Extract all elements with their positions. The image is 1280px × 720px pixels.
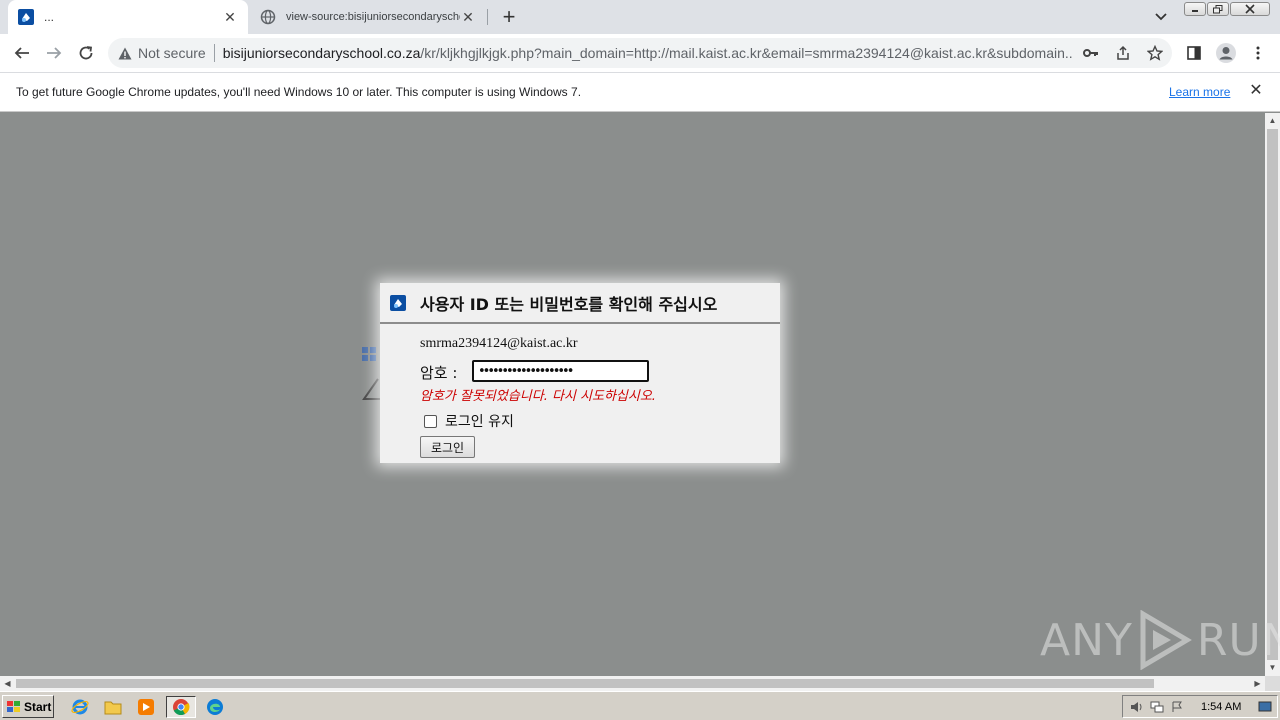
- edge-icon[interactable]: [203, 696, 227, 718]
- tab-search-button[interactable]: [1150, 6, 1172, 28]
- minimize-button[interactable]: [1184, 2, 1206, 16]
- url-host: bisijuniorsecondaryschool.co.za: [222, 45, 421, 61]
- arrow-right-icon: [47, 47, 62, 59]
- error-message: 암호가 잘못되었습니다. 다시 시도하십시오.: [420, 389, 656, 404]
- start-button[interactable]: Start: [2, 695, 54, 718]
- chevron-down-icon: [1155, 13, 1167, 21]
- vertical-scroll-thumb[interactable]: [1267, 129, 1278, 660]
- flag-icon[interactable]: [1167, 701, 1187, 713]
- email-display: smrma2394124@kaist.ac.kr: [420, 336, 578, 351]
- media-player-icon[interactable]: [134, 696, 158, 718]
- side-panel-button[interactable]: [1180, 39, 1208, 67]
- horizontal-scroll-thumb[interactable]: [16, 679, 1154, 688]
- bookmark-star-icon[interactable]: [1144, 42, 1166, 64]
- windows-flag-icon: [7, 700, 20, 712]
- url-path: /kr/kljkhgjlkjgk.php?main_domain=http://…: [420, 45, 1073, 61]
- infobar-message: To get future Google Chrome updates, you…: [16, 85, 582, 99]
- site-logo-icon: [390, 294, 406, 311]
- system-tray: 1:54 AM: [1122, 695, 1278, 718]
- site-favicon-icon: [18, 9, 34, 25]
- tab-title: ...: [44, 10, 55, 24]
- vertical-scrollbar[interactable]: ▲ ▼: [1265, 113, 1280, 676]
- clock[interactable]: 1:54 AM: [1201, 701, 1241, 713]
- watermark-left-text: ANY: [1040, 614, 1133, 666]
- tab-separator: [487, 9, 488, 25]
- tab-title: view-source:bisijuniorsecondaryschool.co…: [286, 11, 460, 23]
- speaker-icon[interactable]: [1127, 701, 1147, 713]
- scroll-left-icon[interactable]: ◀: [3, 679, 12, 688]
- dialog-title: 사용자 ID 또는 비밀번호를 확인해 주십시오: [420, 294, 718, 314]
- address-bar[interactable]: Not secure bisijuniorsecondaryschool.co.…: [108, 38, 1172, 68]
- url-text[interactable]: bisijuniorsecondaryschool.co.za/kr/kljkh…: [223, 45, 1073, 61]
- dialog-header: 사용자 ID 또는 비밀번호를 확인해 주십시오: [380, 283, 780, 324]
- watermark-right-text: RUN: [1196, 614, 1280, 666]
- tab-view-source[interactable]: view-source:bisijuniorsecondaryschool.co…: [250, 0, 486, 34]
- avatar-icon: [1216, 43, 1236, 63]
- anyrun-watermark: ANY RUN: [1040, 610, 1280, 670]
- folder-icon[interactable]: [101, 696, 125, 718]
- tab-strip: ... ✕ view-source:bisijuniorsecondarysch…: [0, 0, 1280, 34]
- keep-signed-in-option[interactable]: 로그인 유지: [424, 411, 514, 431]
- minimize-icon: [1192, 10, 1198, 12]
- keep-signed-in-label: 로그인 유지: [445, 414, 514, 430]
- side-panel-icon: [1187, 46, 1201, 60]
- network-icon[interactable]: [1147, 701, 1167, 713]
- more-vert-icon: [1256, 46, 1260, 60]
- keep-signed-in-checkbox[interactable]: [424, 414, 437, 428]
- internet-explorer-icon[interactable]: [68, 696, 92, 718]
- profile-button[interactable]: [1212, 39, 1240, 67]
- update-infobar: To get future Google Chrome updates, you…: [0, 72, 1280, 112]
- password-label: 암호 :: [420, 364, 458, 382]
- scroll-up-icon[interactable]: ▲: [1268, 116, 1277, 125]
- scroll-right-icon[interactable]: ▶: [1253, 679, 1262, 688]
- arrow-left-icon: [14, 47, 29, 59]
- new-tab-button[interactable]: +: [497, 5, 521, 29]
- reload-button[interactable]: [72, 39, 100, 67]
- reload-icon: [79, 46, 93, 60]
- scrollbar-corner: [1265, 676, 1280, 691]
- tab-close-icon[interactable]: ✕: [460, 9, 476, 25]
- not-secure-label: Not secure: [138, 45, 206, 61]
- learn-more-link[interactable]: Learn more: [1169, 85, 1230, 99]
- show-desktop-icon[interactable]: [1255, 701, 1275, 713]
- tab-close-icon[interactable]: ✕: [222, 9, 238, 25]
- menu-button[interactable]: [1244, 39, 1272, 67]
- login-dialog: 사용자 ID 또는 비밀번호를 확인해 주십시오 smrma2394124@ka…: [380, 283, 780, 463]
- start-label: Start: [24, 699, 52, 714]
- share-icon[interactable]: [1112, 42, 1134, 64]
- address-separator: [213, 44, 215, 62]
- taskbar: Start 1:54 AM: [0, 691, 1280, 720]
- tab-active[interactable]: ... ✕: [8, 0, 248, 34]
- chrome-icon[interactable]: [166, 696, 196, 718]
- background-mark-icon: [362, 378, 380, 400]
- back-button[interactable]: [8, 39, 36, 67]
- restore-icon: [1213, 4, 1223, 13]
- maximize-button[interactable]: [1207, 2, 1229, 16]
- window-controls: [1183, 2, 1270, 18]
- password-field[interactable]: [472, 360, 649, 382]
- security-indicator[interactable]: Not secure: [118, 45, 206, 61]
- forward-button[interactable]: [40, 39, 68, 67]
- password-key-icon[interactable]: [1080, 42, 1102, 64]
- browser-toolbar: Not secure bisijuniorsecondaryschool.co.…: [0, 34, 1280, 72]
- infobar-close-icon[interactable]: ✕: [1248, 83, 1264, 99]
- background-logo-icon: [362, 347, 376, 361]
- horizontal-scrollbar[interactable]: ◀ ▶: [0, 676, 1265, 691]
- warning-icon: [118, 47, 132, 59]
- close-window-button[interactable]: [1230, 2, 1270, 16]
- close-icon: [1245, 4, 1255, 14]
- globe-icon: [260, 9, 276, 25]
- login-button[interactable]: 로그인: [420, 436, 475, 458]
- play-logo-icon: [1140, 610, 1192, 670]
